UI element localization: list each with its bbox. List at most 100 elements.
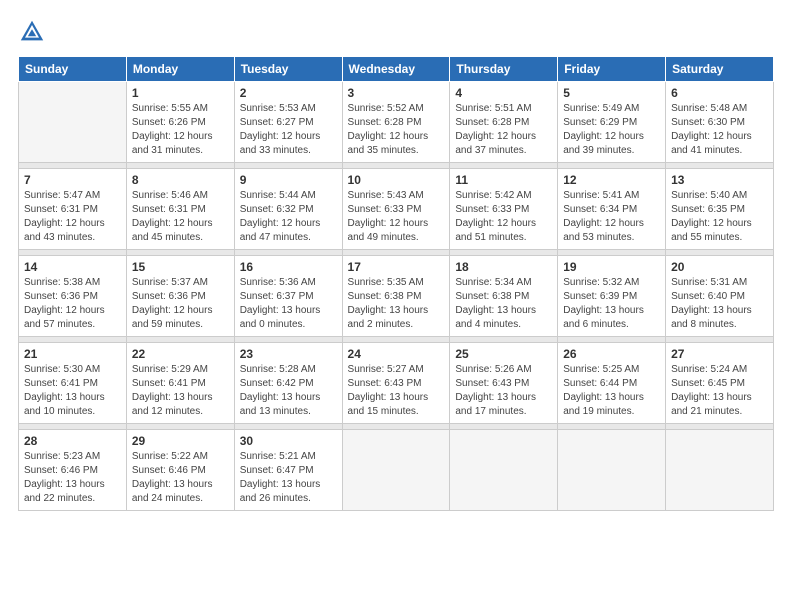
day-number: 28 (24, 434, 121, 448)
calendar-cell: 23 Sunrise: 5:28 AM Sunset: 6:42 PM Dayli… (234, 343, 342, 424)
calendar-cell: 19Sunrise: 5:32 AM Sunset: 6:39 PM Dayli… (558, 256, 666, 337)
day-info: Sunrise: 5:51 AM Sunset: 6:28 PM Dayligh… (455, 102, 552, 158)
calendar-cell: 25 Sunrise: 5:26 AM Sunset: 6:43 PM Dayli… (450, 343, 558, 424)
calendar-cell: 1 Sunrise: 5:55 AM Sunset: 6:26 PM Daylig… (126, 82, 234, 163)
page: SundayMondayTuesdayWednesdayThursdayFrid… (0, 0, 792, 612)
column-header-tuesday: Tuesday (234, 57, 342, 82)
column-header-friday: Friday (558, 57, 666, 82)
calendar-cell: 17 Sunrise: 5:35 AM Sunset: 6:38 PM Dayli… (342, 256, 450, 337)
day-number: 22 (132, 347, 229, 361)
calendar-cell: 2Sunrise: 5:53 AM Sunset: 6:27 PM Daylig… (234, 82, 342, 163)
calendar-cell (19, 82, 127, 163)
calendar-cell: 3Sunrise: 5:52 AM Sunset: 6:28 PM Daylig… (342, 82, 450, 163)
day-number: 7 (24, 173, 121, 187)
day-info: Sunrise: 5:30 AM Sunset: 6:41 PM Dayligh… (24, 363, 121, 419)
day-info: Sunrise: 5:42 AM Sunset: 6:33 PM Dayligh… (455, 189, 552, 245)
day-number: 6 (671, 86, 768, 100)
calendar-cell: 14 Sunrise: 5:38 AM Sunset: 6:36 PM Dayli… (19, 256, 127, 337)
day-info: Sunrise: 5:27 AM Sunset: 6:43 PM Dayligh… (348, 363, 445, 419)
day-info: Sunrise: 5:31 AM Sunset: 6:40 PM Dayligh… (671, 276, 768, 332)
column-header-wednesday: Wednesday (342, 57, 450, 82)
day-number: 17 (348, 260, 445, 274)
calendar-week-1: 1 Sunrise: 5:55 AM Sunset: 6:26 PM Daylig… (19, 82, 774, 163)
calendar-week-5: 28Sunrise: 5:23 AM Sunset: 6:46 PM Dayli… (19, 430, 774, 511)
day-number: 18 (455, 260, 552, 274)
day-info: Sunrise: 5:25 AM Sunset: 6:44 PM Dayligh… (563, 363, 660, 419)
calendar-cell: 4 Sunrise: 5:51 AM Sunset: 6:28 PM Daylig… (450, 82, 558, 163)
day-number: 21 (24, 347, 121, 361)
day-info: Sunrise: 5:28 AM Sunset: 6:42 PM Dayligh… (240, 363, 337, 419)
day-info: Sunrise: 5:32 AM Sunset: 6:39 PM Dayligh… (563, 276, 660, 332)
calendar-cell: 26 Sunrise: 5:25 AM Sunset: 6:44 PM Dayli… (558, 343, 666, 424)
logo (18, 18, 50, 46)
day-info: Sunrise: 5:49 AM Sunset: 6:29 PM Dayligh… (563, 102, 660, 158)
day-info: Sunrise: 5:53 AM Sunset: 6:27 PM Dayligh… (240, 102, 337, 158)
day-number: 12 (563, 173, 660, 187)
calendar-cell: 15 Sunrise: 5:37 AM Sunset: 6:36 PM Dayli… (126, 256, 234, 337)
day-number: 26 (563, 347, 660, 361)
day-number: 25 (455, 347, 552, 361)
day-info: Sunrise: 5:29 AM Sunset: 6:41 PM Dayligh… (132, 363, 229, 419)
day-number: 27 (671, 347, 768, 361)
day-number: 30 (240, 434, 337, 448)
day-number: 29 (132, 434, 229, 448)
calendar-cell: 16 Sunrise: 5:36 AM Sunset: 6:37 PM Dayli… (234, 256, 342, 337)
calendar-cell (450, 430, 558, 511)
day-number: 20 (671, 260, 768, 274)
day-number: 4 (455, 86, 552, 100)
day-number: 24 (348, 347, 445, 361)
calendar-cell: 10Sunrise: 5:43 AM Sunset: 6:33 PM Dayli… (342, 169, 450, 250)
day-info: Sunrise: 5:22 AM Sunset: 6:46 PM Dayligh… (132, 450, 229, 506)
calendar-cell: 30 Sunrise: 5:21 AM Sunset: 6:47 PM Dayli… (234, 430, 342, 511)
day-number: 5 (563, 86, 660, 100)
calendar-cell: 9Sunrise: 5:44 AM Sunset: 6:32 PM Daylig… (234, 169, 342, 250)
day-info: Sunrise: 5:55 AM Sunset: 6:26 PM Dayligh… (132, 102, 229, 158)
calendar-cell: 27Sunrise: 5:24 AM Sunset: 6:45 PM Dayli… (666, 343, 774, 424)
calendar-cell: 12 Sunrise: 5:41 AM Sunset: 6:34 PM Dayli… (558, 169, 666, 250)
column-header-monday: Monday (126, 57, 234, 82)
day-info: Sunrise: 5:44 AM Sunset: 6:32 PM Dayligh… (240, 189, 337, 245)
day-info: Sunrise: 5:35 AM Sunset: 6:38 PM Dayligh… (348, 276, 445, 332)
column-header-sunday: Sunday (19, 57, 127, 82)
day-info: Sunrise: 5:34 AM Sunset: 6:38 PM Dayligh… (455, 276, 552, 332)
calendar-cell: 28Sunrise: 5:23 AM Sunset: 6:46 PM Dayli… (19, 430, 127, 511)
day-info: Sunrise: 5:41 AM Sunset: 6:34 PM Dayligh… (563, 189, 660, 245)
calendar-cell: 5 Sunrise: 5:49 AM Sunset: 6:29 PM Daylig… (558, 82, 666, 163)
day-info: Sunrise: 5:38 AM Sunset: 6:36 PM Dayligh… (24, 276, 121, 332)
calendar-week-3: 14 Sunrise: 5:38 AM Sunset: 6:36 PM Dayli… (19, 256, 774, 337)
day-number: 23 (240, 347, 337, 361)
day-number: 11 (455, 173, 552, 187)
calendar-cell: 18 Sunrise: 5:34 AM Sunset: 6:38 PM Dayli… (450, 256, 558, 337)
calendar-week-2: 7Sunrise: 5:47 AM Sunset: 6:31 PM Daylig… (19, 169, 774, 250)
header (18, 18, 774, 46)
day-info: Sunrise: 5:21 AM Sunset: 6:47 PM Dayligh… (240, 450, 337, 506)
calendar-cell: 7Sunrise: 5:47 AM Sunset: 6:31 PM Daylig… (19, 169, 127, 250)
calendar-cell: 8Sunrise: 5:46 AM Sunset: 6:31 PM Daylig… (126, 169, 234, 250)
day-info: Sunrise: 5:26 AM Sunset: 6:43 PM Dayligh… (455, 363, 552, 419)
logo-icon (18, 18, 46, 46)
calendar-cell (342, 430, 450, 511)
column-header-saturday: Saturday (666, 57, 774, 82)
day-number: 1 (132, 86, 229, 100)
day-info: Sunrise: 5:36 AM Sunset: 6:37 PM Dayligh… (240, 276, 337, 332)
day-info: Sunrise: 5:48 AM Sunset: 6:30 PM Dayligh… (671, 102, 768, 158)
calendar-cell: 6 Sunrise: 5:48 AM Sunset: 6:30 PM Daylig… (666, 82, 774, 163)
calendar-cell: 29 Sunrise: 5:22 AM Sunset: 6:46 PM Dayli… (126, 430, 234, 511)
calendar-cell: 24 Sunrise: 5:27 AM Sunset: 6:43 PM Dayli… (342, 343, 450, 424)
calendar-cell: 11 Sunrise: 5:42 AM Sunset: 6:33 PM Dayli… (450, 169, 558, 250)
calendar-cell: 22 Sunrise: 5:29 AM Sunset: 6:41 PM Dayli… (126, 343, 234, 424)
day-info: Sunrise: 5:37 AM Sunset: 6:36 PM Dayligh… (132, 276, 229, 332)
day-number: 16 (240, 260, 337, 274)
day-number: 14 (24, 260, 121, 274)
day-number: 10 (348, 173, 445, 187)
calendar-header-row: SundayMondayTuesdayWednesdayThursdayFrid… (19, 57, 774, 82)
calendar-week-4: 21 Sunrise: 5:30 AM Sunset: 6:41 PM Dayli… (19, 343, 774, 424)
column-header-thursday: Thursday (450, 57, 558, 82)
calendar-cell (666, 430, 774, 511)
day-number: 15 (132, 260, 229, 274)
calendar-table: SundayMondayTuesdayWednesdayThursdayFrid… (18, 56, 774, 511)
day-info: Sunrise: 5:52 AM Sunset: 6:28 PM Dayligh… (348, 102, 445, 158)
calendar-cell: 13Sunrise: 5:40 AM Sunset: 6:35 PM Dayli… (666, 169, 774, 250)
calendar-cell: 20 Sunrise: 5:31 AM Sunset: 6:40 PM Dayli… (666, 256, 774, 337)
day-number: 8 (132, 173, 229, 187)
